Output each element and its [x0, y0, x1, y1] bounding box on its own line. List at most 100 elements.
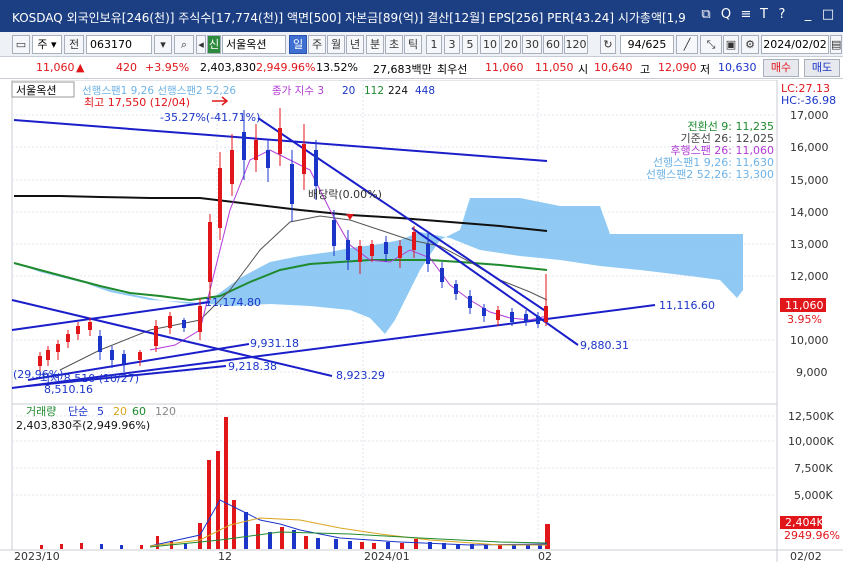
best-ask: 11,060 — [485, 61, 524, 74]
period-tick[interactable]: 틱 — [404, 35, 422, 54]
price-tick: 13,000 — [790, 238, 829, 251]
open-price: 10,640 — [594, 61, 633, 74]
volume-value: 2,403,830 — [200, 61, 256, 74]
volume-tick: 10,000K — [788, 435, 834, 448]
price-tick: 17,000 — [790, 109, 829, 122]
settings-icon[interactable]: ≡ — [737, 7, 755, 22]
high-drop-annotation: -35.27%(-41.71%) — [160, 111, 260, 124]
high-price: 12,090 — [658, 61, 697, 74]
buy-button[interactable]: 매수 — [763, 59, 799, 77]
date-tick: 02/02 — [790, 550, 822, 562]
credit-tag: 신 — [207, 35, 221, 54]
volume-tick: 12,500K — [788, 410, 834, 423]
volume-today: 2,403,830주(2,949.96%) — [16, 419, 150, 432]
draw-tool-icon[interactable]: ⤡ — [700, 35, 722, 54]
ma-20-legend: 20 — [342, 85, 355, 97]
high-label: 고 — [640, 63, 651, 76]
period-week[interactable]: 주 — [308, 35, 326, 54]
volume-ma-5: 5 — [97, 405, 104, 418]
prev-button[interactable]: 전 — [64, 35, 84, 54]
period-day[interactable]: 일 — [289, 35, 307, 54]
date-tick: 2023/10 — [14, 550, 60, 562]
volume-tick: 7,500K — [794, 462, 833, 475]
dropdown-chevron-icon[interactable]: ▾ — [154, 35, 172, 54]
toolbar: ▭ 주 ▾ 전 063170 ▾ ⌕ ◂ 신 서울옥션 일 주 월 년 분 초 … — [0, 32, 843, 57]
trend-label-a: 11,174.80 — [205, 296, 261, 309]
dividend-annotation: 배당락(0.00%) — [308, 188, 382, 201]
date-input[interactable]: 2024/02/02 — [761, 35, 829, 54]
count-1[interactable]: 1 — [426, 35, 442, 54]
current-price-tag-text: 11,060 — [785, 299, 824, 312]
current-price: 11,060 — [36, 61, 75, 74]
span2-value: 선행스팬2 52,26: 13,300 — [646, 168, 774, 181]
stock-name-field[interactable]: 서울옥션 — [222, 35, 286, 54]
current-pct-tag: 3.95% — [787, 313, 822, 326]
price-tick: 16,000 — [790, 141, 829, 154]
open-label: 시 — [578, 63, 589, 76]
period-second[interactable]: 초 — [385, 35, 403, 54]
text-icon[interactable]: T — [755, 7, 773, 22]
period-select[interactable]: 주 ▾ — [32, 35, 62, 54]
volume-pct: 2,949.96% — [256, 61, 316, 74]
volume-title: 거래량 — [26, 405, 56, 418]
help-icon[interactable]: ? — [773, 7, 791, 22]
sound-icon[interactable]: ◂ — [196, 35, 206, 54]
price-tick: 12,000 — [790, 270, 829, 283]
link-icon[interactable]: ⧉ — [697, 7, 715, 22]
volume-ma-label: 단순 — [68, 405, 88, 418]
price-change-pct: +3.95% — [145, 61, 190, 74]
count-20[interactable]: 20 — [501, 35, 521, 54]
low-price: 10,630 — [718, 61, 757, 74]
hc-value: HC:-36.98 — [781, 94, 836, 107]
price-tick: 10,000 — [790, 334, 829, 347]
price-axis: 17,000 16,000 15,000 14,000 13,000 12,00… — [790, 109, 829, 379]
date-tick: 02 — [538, 550, 552, 562]
high-annotation: 최고 17,550 (12/04) — [84, 96, 190, 109]
trend-label-e: 8,923.29 — [336, 369, 385, 382]
trend-label-c: 9,931.18 — [250, 337, 299, 350]
minimize-icon[interactable]: _ — [799, 7, 817, 22]
count-30[interactable]: 30 — [522, 35, 542, 54]
gear-icon[interactable]: ⚙ — [741, 35, 759, 54]
count-3[interactable]: 3 — [444, 35, 460, 54]
period-minute[interactable]: 분 — [366, 35, 384, 54]
turnover: 13.52% — [316, 61, 358, 74]
low-label: 저 — [700, 63, 711, 76]
search-icon[interactable]: Q — [717, 7, 735, 22]
stock-code-input[interactable]: 063170 — [86, 35, 152, 54]
best-bid: 11,050 — [535, 61, 574, 74]
volume-axis: 12,500K 10,000K 7,500K 5,000K — [788, 410, 834, 502]
sell-button[interactable]: 매도 — [804, 59, 840, 77]
count-10[interactable]: 10 — [480, 35, 500, 54]
closing-index-legend: 종가 지수 3 — [272, 85, 324, 97]
price-change: 420 — [116, 61, 137, 74]
period-year[interactable]: 년 — [346, 35, 364, 54]
trend-label-d: 9,218.38 — [228, 360, 277, 373]
date-axis: 2023/10 12 2024/01 02 02/02 — [14, 550, 822, 563]
chart-area[interactable]: 서울옥션 선행스팬1 9,26 선행스팬2 52,26 종가 지수 3 20 1… — [0, 79, 843, 563]
restore-icon[interactable]: □ — [819, 7, 837, 22]
window-icon[interactable]: ▭ — [12, 35, 30, 54]
chart-line-icon[interactable]: ╱ — [676, 35, 698, 54]
date-tick: 2024/01 — [364, 550, 410, 562]
volume-ma-60: 60 — [132, 405, 146, 418]
count-120[interactable]: 120 — [564, 35, 588, 54]
refresh-icon[interactable]: ↻ — [600, 35, 616, 54]
price-tick: 9,000 — [796, 366, 828, 379]
count-5[interactable]: 5 — [462, 35, 478, 54]
trend-label-b: 11,116.60 — [659, 299, 715, 312]
calendar-icon[interactable]: ▤ — [830, 35, 842, 54]
up-arrow-icon: ▲ — [76, 61, 85, 74]
save-icon[interactable]: ▣ — [723, 35, 739, 54]
page-counter: 94/625 — [620, 35, 674, 54]
trend-label-g: 8,510.16 — [44, 383, 93, 396]
ma-224-legend: 224 — [388, 85, 408, 97]
price-info-bar: 11,060 ▲ 420 +3.95% 2,403,830 2,949.96% … — [0, 57, 843, 79]
volume-ma-20: 20 — [113, 405, 127, 418]
search-icon[interactable]: ⌕ — [174, 35, 194, 54]
ma-112-legend: 112 — [364, 85, 384, 97]
count-60[interactable]: 60 — [543, 35, 563, 54]
volume-current-tag-text: 2,404K — [785, 516, 824, 529]
price-tick: 15,000 — [790, 174, 829, 187]
period-month[interactable]: 월 — [327, 35, 345, 54]
